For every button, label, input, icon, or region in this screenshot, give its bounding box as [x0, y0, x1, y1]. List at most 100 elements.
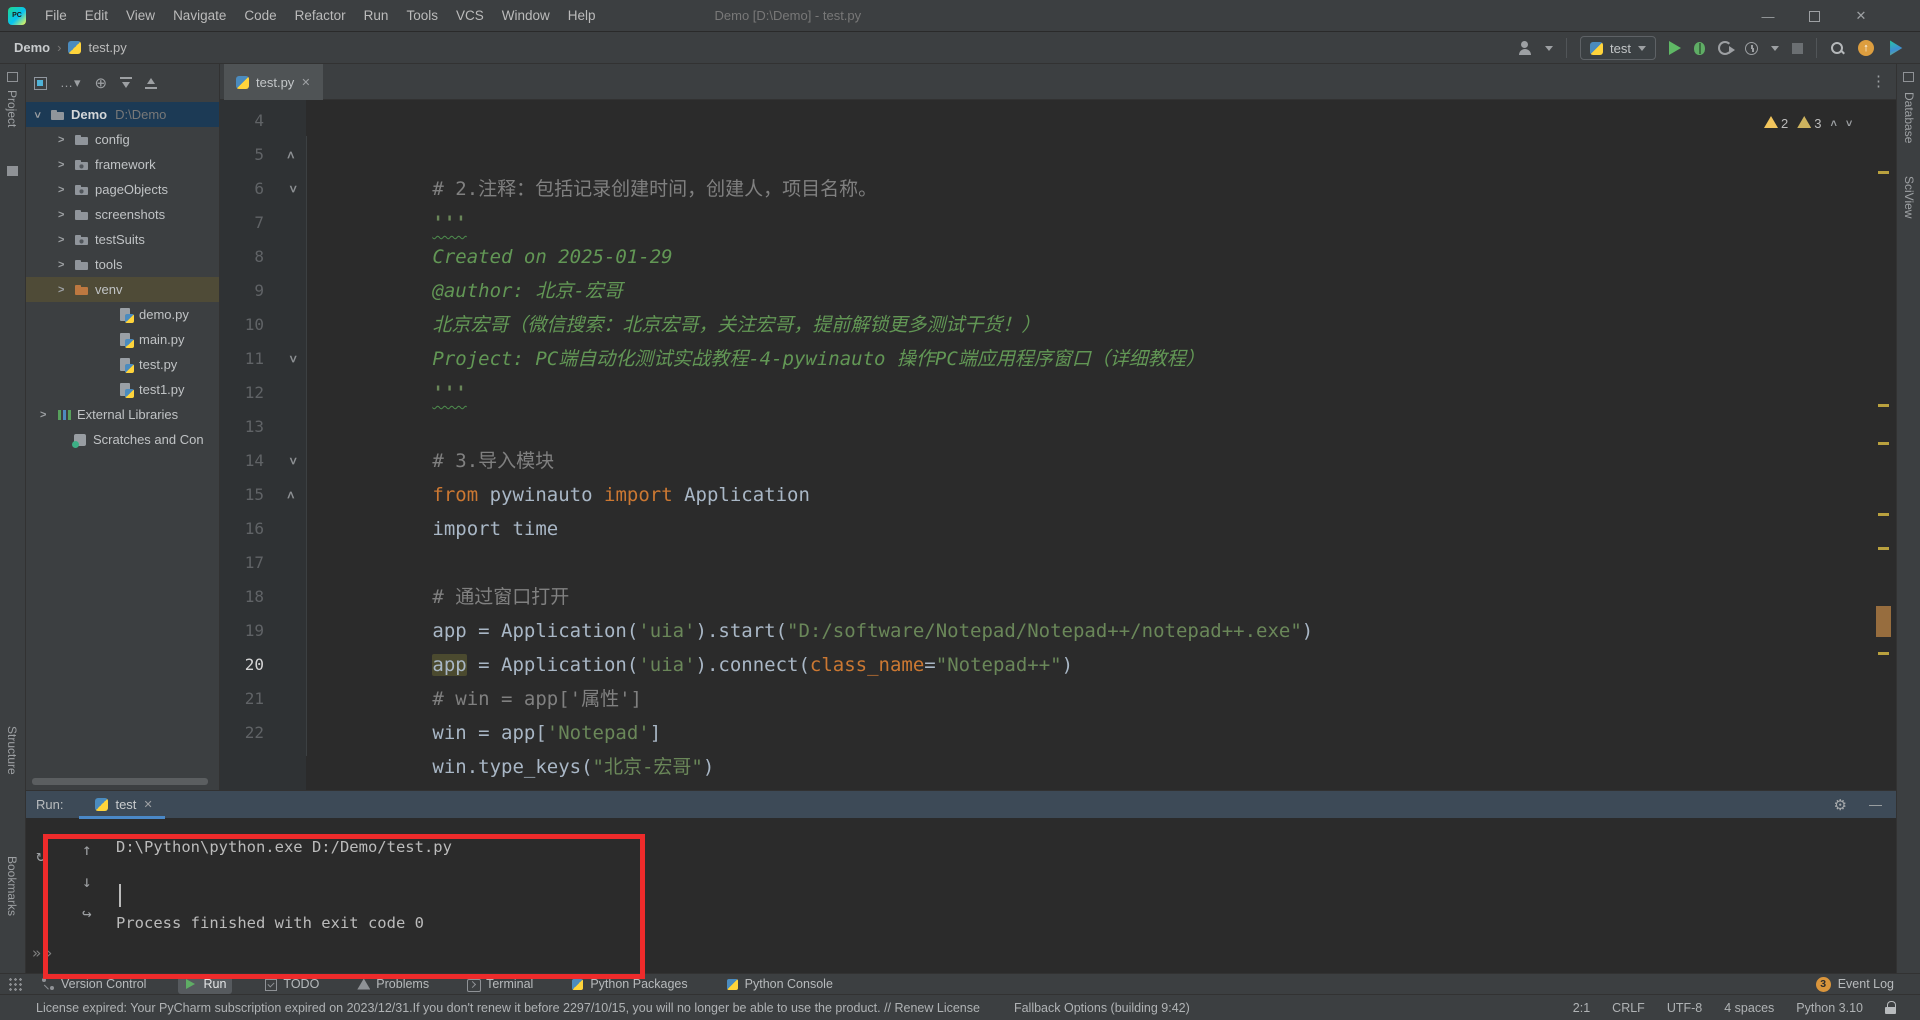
tree-item[interactable]: testSuits [26, 227, 219, 252]
expand-arrow-icon[interactable] [58, 134, 74, 146]
weak-warning-count[interactable]: 3 [1797, 116, 1821, 131]
update-icon[interactable]: ↑ [1858, 40, 1874, 56]
close-tab-icon[interactable]: ✕ [301, 76, 310, 89]
stripe-mark[interactable] [1878, 404, 1889, 407]
menu-item[interactable]: Refactor [286, 4, 355, 27]
expand-arrow-icon[interactable] [58, 184, 74, 196]
close-button[interactable]: ✕ [1854, 8, 1868, 24]
tree-item[interactable]: test1.py [26, 377, 219, 402]
expand-arrow-icon[interactable] [58, 259, 74, 271]
profiler-button[interactable] [1745, 42, 1758, 55]
stripe-bookmarks[interactable]: Bookmarks [5, 856, 19, 916]
menu-item[interactable]: Navigate [164, 4, 235, 27]
menu-item[interactable]: Window [493, 4, 559, 27]
tree-item[interactable]: Demo D:\Demo [26, 102, 219, 127]
lock-icon[interactable] [1885, 1001, 1896, 1014]
stripe-mark[interactable] [1878, 652, 1889, 655]
stripe-mark[interactable] [1878, 171, 1889, 174]
warning-count[interactable]: 2 [1764, 116, 1788, 131]
tree-item[interactable]: Scratches and Con [26, 427, 219, 452]
expand-arrow-icon[interactable] [40, 409, 56, 421]
indent-setting[interactable]: 4 spaces [1724, 1001, 1774, 1015]
expand-arrow-icon[interactable] [58, 159, 74, 171]
minimize-button[interactable]: — [1761, 9, 1775, 24]
tree-item[interactable]: External Libraries [26, 402, 219, 427]
next-problem-icon[interactable]: ˅ [1846, 118, 1852, 130]
close-tab-icon[interactable]: ✕ [143, 798, 152, 811]
run-console[interactable]: ↻ ↑ ↓ ↪ »» D:\Python\python.exe D:/Demo/… [26, 818, 1896, 973]
breadcrumb-project[interactable]: Demo [14, 40, 50, 55]
tree-item[interactable]: screenshots [26, 202, 219, 227]
expand-arrow-icon[interactable] [58, 234, 74, 246]
fold-marker-icon[interactable] [278, 682, 306, 716]
breadcrumb-file[interactable]: test.py [88, 40, 126, 55]
run-button[interactable] [1669, 41, 1681, 55]
gear-icon[interactable]: ⚙ [1834, 796, 1847, 814]
fold-marker-icon[interactable] [278, 546, 306, 580]
fold-marker-icon[interactable] [278, 104, 306, 138]
event-log-button[interactable]: 3 Event Log [1816, 977, 1894, 992]
fold-marker-icon[interactable] [278, 648, 306, 682]
line-ending[interactable]: CRLF [1612, 1001, 1645, 1015]
fold-marker-icon[interactable] [278, 512, 306, 546]
fold-marker-icon[interactable] [278, 138, 306, 172]
view-options-icon[interactable]: …▾ [60, 75, 82, 91]
fold-marker-icon[interactable] [278, 240, 306, 274]
stripe-project[interactable]: Project [5, 90, 19, 127]
tree-item[interactable]: test.py [26, 352, 219, 377]
inspections-widget[interactable]: 2 3 ˄ ˅ [1764, 116, 1852, 131]
fold-marker-icon[interactable] [278, 308, 306, 342]
fold-marker-icon[interactable] [278, 716, 306, 750]
window-grid-icon[interactable] [8, 977, 22, 991]
locate-icon[interactable]: ⊕ [95, 76, 108, 91]
hide-panel-button[interactable]: — [1869, 797, 1882, 812]
fold-marker-icon[interactable] [278, 580, 306, 614]
debug-button[interactable] [1694, 42, 1705, 55]
tree-item[interactable]: framework [26, 152, 219, 177]
stop-button[interactable] [1792, 43, 1803, 54]
tree-item[interactable]: pageObjects [26, 177, 219, 202]
tab-test-py[interactable]: test.py ✕ [224, 64, 323, 100]
menu-item[interactable]: Tools [397, 4, 447, 27]
menu-item[interactable]: Run [355, 4, 398, 27]
tree-item[interactable]: tools [26, 252, 219, 277]
run-tab-test[interactable]: test ✕ [85, 791, 162, 819]
menu-item[interactable]: File [36, 4, 76, 27]
tool-window-tab[interactable]: Python Console [720, 975, 839, 994]
tree-item[interactable]: venv [26, 277, 219, 302]
fold-marker-icon[interactable] [278, 478, 306, 512]
caret-position[interactable]: 2:1 [1573, 1001, 1590, 1015]
chevron-down-icon[interactable] [1771, 46, 1779, 51]
fold-marker-icon[interactable] [278, 614, 306, 648]
collapse-all-icon[interactable] [145, 77, 157, 89]
tree-item[interactable]: demo.py [26, 302, 219, 327]
stripe-sciview[interactable]: SciView [1902, 176, 1916, 218]
code-editor[interactable]: 4 5 # 2.注释：包括记录创建时间，创建人，项目名称。 6 ''' [220, 100, 1876, 790]
stripe-mark[interactable] [1878, 442, 1889, 445]
menu-item[interactable]: VCS [447, 4, 493, 27]
menu-item[interactable]: Edit [76, 4, 117, 27]
menu-item[interactable]: View [117, 4, 164, 27]
run-configuration-select[interactable]: test [1580, 36, 1656, 60]
stripe-mark[interactable] [1878, 513, 1889, 516]
fold-marker-icon[interactable] [278, 410, 306, 444]
fold-marker-icon[interactable] [278, 342, 306, 376]
menu-item[interactable]: Help [559, 4, 605, 27]
horizontal-scrollbar[interactable] [32, 778, 208, 785]
python-interpreter[interactable]: Python 3.10 [1796, 1001, 1863, 1015]
select-opened-file-icon[interactable] [34, 77, 47, 90]
fold-marker-icon[interactable] [278, 172, 306, 206]
fold-marker-icon[interactable] [278, 444, 306, 478]
more-options-icon[interactable]: ⋮ [1871, 72, 1886, 90]
search-icon[interactable] [1830, 41, 1845, 56]
chevron-down-icon[interactable] [1545, 46, 1553, 51]
maximize-button[interactable] [1809, 11, 1820, 22]
tool-window-icon[interactable] [1903, 72, 1914, 82]
tool-window-icon[interactable] [7, 72, 18, 82]
run-with-coverage-button[interactable] [1718, 41, 1732, 55]
gradient-plugin-icon[interactable] [1887, 40, 1904, 57]
fold-marker-icon[interactable] [278, 206, 306, 240]
scrollbar-thumb[interactable] [1876, 606, 1891, 637]
stripe-structure[interactable]: Structure [5, 726, 19, 775]
tree-item[interactable]: main.py [26, 327, 219, 352]
